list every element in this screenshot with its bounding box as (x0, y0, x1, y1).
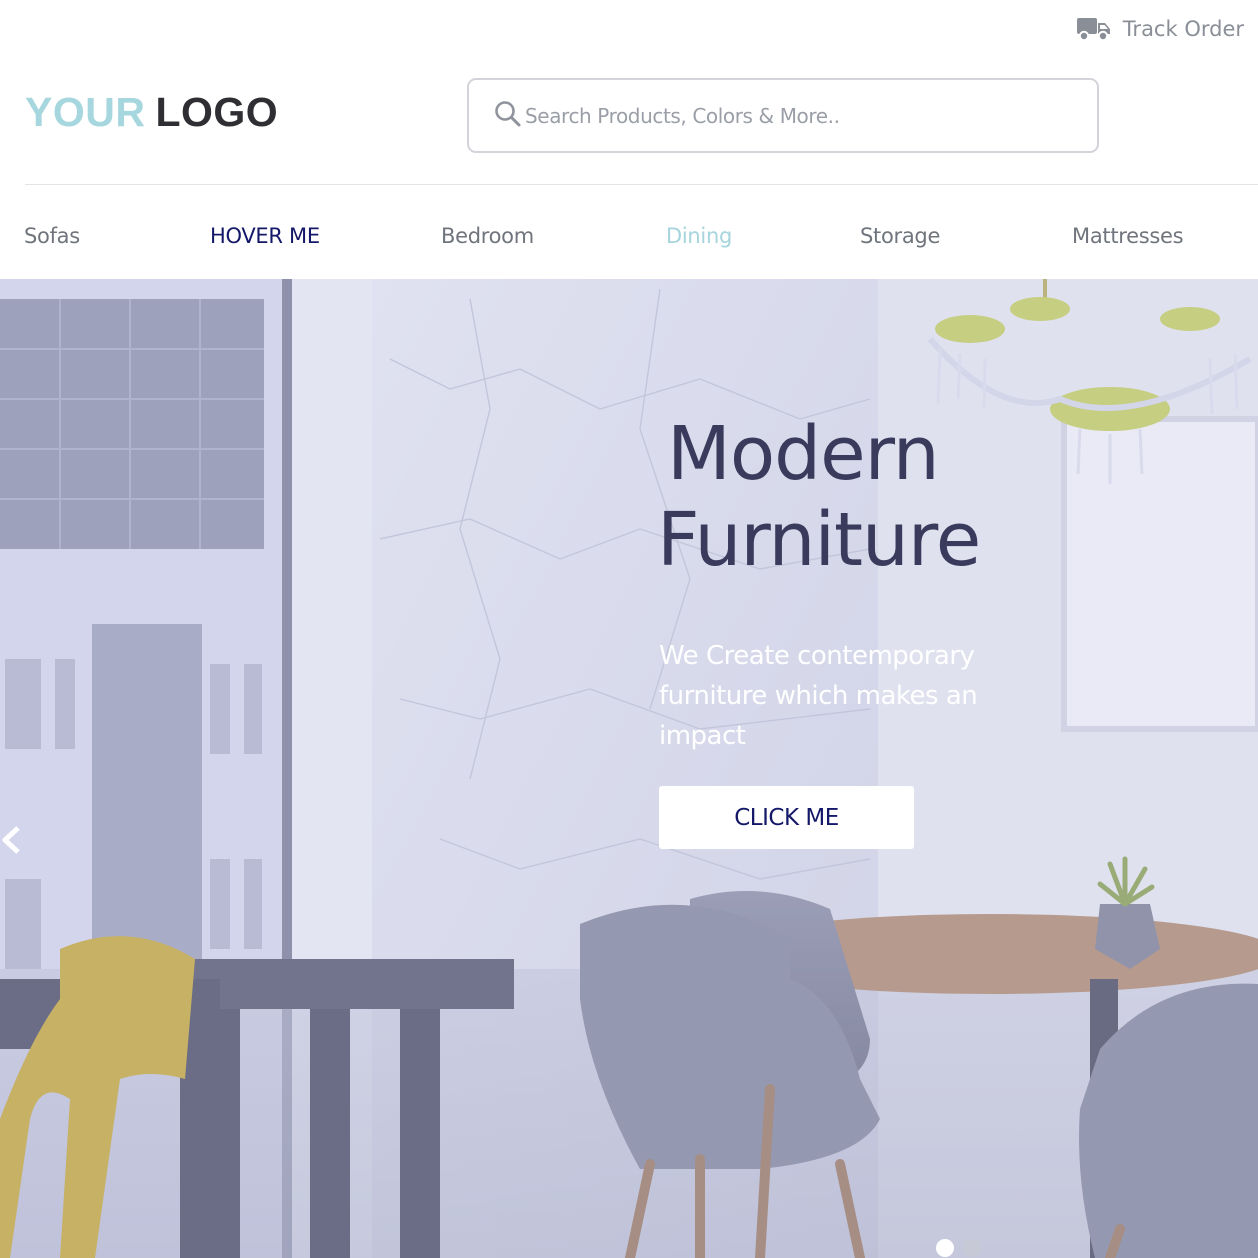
prev-slide-button[interactable] (0, 825, 24, 859)
track-order-label: Track Order (1122, 17, 1244, 41)
nav-item-storage[interactable]: Storage (860, 224, 940, 248)
main-nav: Sofas HOVER ME Bedroom Dining Storage Ma… (0, 224, 1258, 258)
search-box[interactable] (467, 78, 1099, 153)
nav-item-hover-me[interactable]: HOVER ME (210, 224, 320, 248)
track-order-link[interactable]: Track Order (1076, 16, 1244, 42)
cta-button[interactable]: CLICK ME (659, 786, 914, 849)
page: Track Order YOURLOGO Sofas HOVER ME Bedr… (0, 0, 1258, 1258)
nav-item-sofas[interactable]: Sofas (24, 224, 80, 248)
slide-dot-1[interactable] (936, 1239, 954, 1257)
hero-title-line-2: Furniture (657, 497, 981, 583)
hero-banner: Modern Furniture We Create contemporary … (0, 279, 1258, 1258)
truck-icon (1076, 16, 1111, 42)
nav-item-bedroom[interactable]: Bedroom (441, 224, 534, 248)
hero-title-line-1: Modern (667, 411, 940, 497)
nav-item-mattresses[interactable]: Mattresses (1072, 224, 1184, 248)
hero-title: Modern Furniture (657, 411, 1077, 583)
hero-subtitle: We Create contemporary furniture which m… (659, 641, 978, 751)
chevron-left-icon (0, 826, 24, 859)
slider-dots (936, 1239, 981, 1257)
search-icon (493, 99, 523, 133)
logo[interactable]: YOUR LOGO (25, 92, 278, 133)
logo-part-1: YOUR (25, 89, 146, 135)
search-input[interactable] (525, 103, 1065, 128)
logo-part-2: LOGO (155, 89, 279, 135)
slide-dot-2[interactable] (963, 1239, 981, 1257)
nav-item-dining[interactable]: Dining (666, 224, 732, 248)
header-divider (25, 184, 1258, 185)
